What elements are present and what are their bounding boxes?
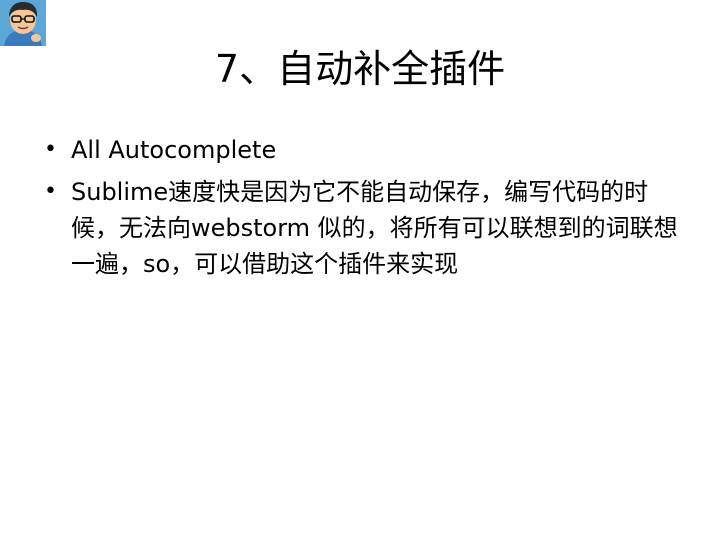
bullet-text: All Autocomplete	[71, 136, 277, 164]
bullet-text: Sublime速度快是因为它不能自动保存，编写代码的时候，无法向webstorm…	[71, 178, 678, 278]
bullet-dot-icon: •	[44, 179, 57, 204]
slide: 7、自动补全插件 • All Autocomplete • Sublime速度快…	[0, 0, 720, 540]
bullet-dot-icon: •	[44, 137, 57, 162]
bullet-list: • All Autocomplete • Sublime速度快是因为它不能自动保…	[44, 132, 680, 288]
bullet-item: • Sublime速度快是因为它不能自动保存，编写代码的时候，无法向websto…	[44, 174, 680, 282]
slide-title: 7、自动补全插件	[214, 47, 506, 91]
bullet-item: • All Autocomplete	[44, 132, 680, 168]
